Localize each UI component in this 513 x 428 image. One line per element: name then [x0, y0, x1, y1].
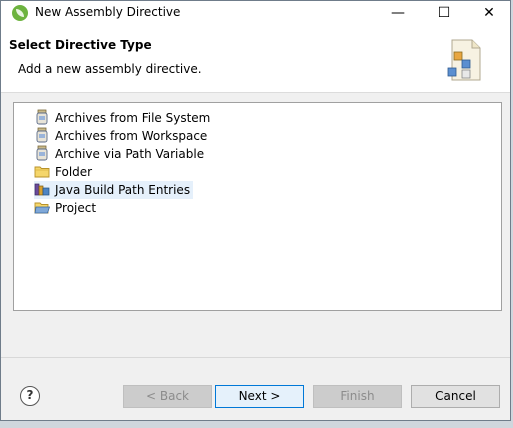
- help-button[interactable]: ?: [20, 386, 40, 406]
- jar-icon: [36, 127, 48, 143]
- jar-icon: [36, 109, 48, 125]
- close-button[interactable]: ✕: [466, 1, 510, 25]
- next-button[interactable]: Next >: [215, 385, 304, 408]
- wizard-header: Select Directive Type Add a new assembly…: [1, 25, 510, 93]
- minimize-button[interactable]: —: [375, 1, 421, 25]
- spring-app-icon: [12, 5, 28, 21]
- cancel-button[interactable]: Cancel: [411, 385, 500, 408]
- back-button[interactable]: < Back: [123, 385, 212, 408]
- tree-item-archives-from-workspace[interactable]: Archives from Workspace: [34, 127, 210, 145]
- jar-icon: [36, 145, 48, 161]
- tree-item-folder[interactable]: Folder: [34, 163, 95, 181]
- wizard-banner-icon: [447, 39, 481, 81]
- directive-type-tree[interactable]: Archives from File System Archives from …: [13, 102, 502, 311]
- tree-item-label: Project: [55, 201, 97, 215]
- tree-item-label: Archives from File System: [55, 111, 211, 125]
- tree-item-label: Archive via Path Variable: [55, 147, 205, 161]
- tree-item-label: Java Build Path Entries: [55, 183, 191, 197]
- tree-item-project[interactable]: Project: [34, 199, 99, 217]
- folder-icon: [34, 166, 50, 178]
- tree-item-label: Archives from Workspace: [55, 129, 208, 143]
- library-icon: [34, 183, 50, 196]
- tree-item-archives-from-file-system[interactable]: Archives from File System: [34, 109, 213, 127]
- tree-item-label: Folder: [55, 165, 93, 179]
- window-title: New Assembly Directive: [35, 5, 181, 19]
- maximize-button[interactable]: ☐: [421, 1, 467, 25]
- title-bar: New Assembly Directive — ☐ ✕: [1, 1, 510, 25]
- page-description: Add a new assembly directive.: [18, 62, 202, 76]
- tree-item-java-build-path-entries[interactable]: Java Build Path Entries: [34, 181, 194, 199]
- tree-item-archive-via-path-variable[interactable]: Archive via Path Variable: [34, 145, 207, 163]
- finish-button[interactable]: Finish: [313, 385, 402, 408]
- project-folder-icon: [34, 202, 50, 214]
- page-title: Select Directive Type: [9, 38, 152, 52]
- button-bar-divider: [1, 357, 510, 358]
- new-assembly-directive-dialog: New Assembly Directive — ☐ ✕ Select Dire…: [0, 0, 511, 421]
